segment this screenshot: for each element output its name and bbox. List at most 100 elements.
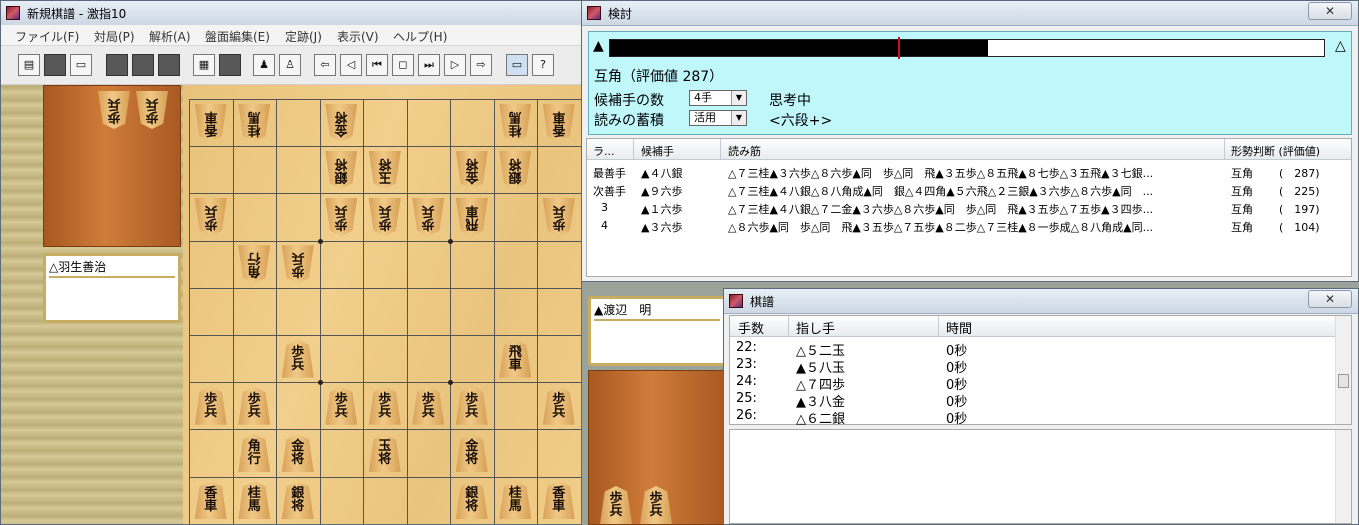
analysis-close-button[interactable]: ✕	[1308, 2, 1352, 20]
last-move-icon[interactable]: ⏭	[418, 54, 440, 76]
board-piece[interactable]: 玉将	[368, 434, 401, 472]
new-file-icon[interactable]: ▤	[18, 54, 40, 76]
board-piece[interactable]: 角行	[238, 245, 271, 284]
board-piece[interactable]: 歩兵	[281, 245, 314, 284]
sente-hand-piece[interactable]: 歩兵	[600, 486, 632, 524]
col-rank[interactable]: ラ...	[593, 143, 615, 159]
row-value: ( 225)	[1279, 185, 1320, 198]
kifu-scrollbar[interactable]	[1335, 316, 1351, 424]
kifu-scroll-thumb[interactable]	[1338, 374, 1349, 388]
back-long-icon[interactable]: ⇦	[314, 54, 336, 76]
analysis-window-title: 検討	[608, 7, 633, 21]
board-piece[interactable]: 香車	[542, 103, 575, 142]
toolbar: ▤ ▭ ▦ ♟ ♙ ⇦ ◁ ⏮ ◻ ⏭ ▷ ⇨ ▭ ?	[1, 46, 581, 85]
stock-select[interactable]: 活用 ▼	[689, 110, 747, 126]
stop-icon[interactable]: ◻	[392, 54, 414, 76]
list-item[interactable]: 25: ▲３八金 0秒	[730, 390, 1335, 410]
stock-label: 読みの蓄積	[594, 113, 664, 129]
kifu-close-button[interactable]: ✕	[1308, 290, 1352, 308]
board-piece[interactable]: 歩兵	[455, 386, 488, 425]
menu-game[interactable]: 対局(P)	[94, 28, 135, 45]
board-piece[interactable]: 桂馬	[238, 481, 271, 520]
undo-icon[interactable]	[106, 54, 128, 76]
board-piece[interactable]: 歩兵	[542, 386, 575, 425]
col-time[interactable]: 時間	[946, 318, 972, 337]
col-pv[interactable]: 読み筋	[728, 143, 761, 159]
sente-hand-piece[interactable]: 歩兵	[640, 486, 672, 524]
comment-scrollbar[interactable]	[1335, 430, 1351, 523]
board-piece[interactable]: 歩兵	[368, 386, 401, 425]
engine-play-icon[interactable]: ♟	[253, 54, 275, 76]
board-piece[interactable]: 歩兵	[194, 386, 227, 425]
board-piece[interactable]: 香車	[542, 481, 575, 520]
redo-icon[interactable]	[132, 54, 154, 76]
col-move[interactable]: 指し手	[796, 318, 835, 337]
forward-long-icon[interactable]: ⇨	[470, 54, 492, 76]
board-piece[interactable]: 香車	[194, 481, 227, 520]
table-row[interactable]: 最善手 ▲４八銀 △７三桂▲３六歩△８六歩▲同 歩△同 飛▲３五歩△８五飛▲８七…	[587, 162, 1351, 180]
engine-stop-icon[interactable]: ♙	[279, 54, 301, 76]
kifu-comment-area[interactable]	[729, 429, 1352, 524]
menu-file[interactable]: ファイル(F)	[15, 28, 79, 45]
table-row[interactable]: 3 ▲１六歩 △７三桂▲４八銀△７二金▲３六歩△８六歩▲同 歩△同 飛▲３五歩△…	[587, 198, 1351, 216]
board-piece[interactable]: 金将	[325, 103, 358, 142]
forward-icon[interactable]: ▷	[444, 54, 466, 76]
list-item[interactable]: 26: △６二銀 0秒	[730, 407, 1335, 427]
board-piece[interactable]: 歩兵	[281, 339, 314, 378]
board-piece[interactable]: 玉将	[368, 150, 401, 189]
board-piece[interactable]: 歩兵	[412, 198, 445, 236]
board-piece[interactable]: 飛車	[455, 198, 488, 236]
list-item[interactable]: 22: △５二玉 0秒	[730, 339, 1335, 359]
grid-line	[189, 146, 581, 148]
menu-help[interactable]: ヘルプ(H)	[393, 28, 447, 45]
board-piece[interactable]: 金将	[455, 434, 488, 472]
board-piece[interactable]: 歩兵	[194, 198, 227, 236]
table-row[interactable]: 4 ▲３六歩 △８六歩▲同 歩△同 飛▲３五歩△７五歩▲８二歩△７三桂▲８一歩成…	[587, 216, 1351, 234]
board-piece[interactable]: 角行	[238, 434, 271, 472]
board-piece[interactable]: 金将	[455, 150, 488, 189]
list-item[interactable]: 24: △７四歩 0秒	[730, 373, 1335, 393]
board-piece[interactable]: 金将	[281, 434, 314, 472]
save-file-icon[interactable]: ▭	[70, 54, 92, 76]
list-item[interactable]: 23: ▲５八玉 0秒	[730, 356, 1335, 376]
first-move-icon[interactable]: ⏮	[366, 54, 388, 76]
menu-joseki[interactable]: 定跡(J)	[285, 28, 322, 45]
menu-analysis[interactable]: 解析(A)	[149, 28, 191, 45]
menu-view[interactable]: 表示(V)	[337, 28, 379, 45]
col-move-number[interactable]: 手数	[738, 318, 764, 337]
board-piece[interactable]: 銀将	[281, 481, 314, 520]
board-piece[interactable]: 歩兵	[542, 198, 575, 236]
menu-board-edit[interactable]: 盤面編集(E)	[205, 28, 270, 45]
kifu-titlebar[interactable]: 棋譜 ✕	[724, 289, 1358, 314]
cut-icon[interactable]	[158, 54, 180, 76]
col-move[interactable]: 候補手	[641, 143, 674, 159]
board-piece[interactable]: 歩兵	[368, 198, 401, 236]
open-file-icon[interactable]	[44, 54, 66, 76]
kifu-app-icon	[729, 294, 743, 308]
back-icon[interactable]: ◁	[340, 54, 362, 76]
board-piece[interactable]: 桂馬	[499, 103, 532, 142]
main-titlebar[interactable]: 新規棋譜 - 激指10	[1, 1, 581, 26]
candidates-select[interactable]: 4手 ▼	[689, 90, 747, 106]
gote-hand-piece[interactable]: 歩兵	[98, 91, 130, 129]
table-row[interactable]: 次善手 ▲９六歩 △７三桂▲４八銀△８八角成▲同 銀△４四角▲５六飛△２三銀▲３…	[587, 180, 1351, 198]
board-piece[interactable]: 銀将	[455, 481, 488, 520]
board-piece[interactable]: 桂馬	[499, 481, 532, 520]
gote-hand-piece[interactable]: 歩兵	[136, 91, 168, 129]
board-piece[interactable]: 銀将	[499, 150, 532, 189]
board-piece[interactable]: 桂馬	[238, 103, 271, 142]
board-piece[interactable]: 歩兵	[412, 386, 445, 425]
col-judge[interactable]: 形勢判断 (評価値)	[1231, 143, 1320, 159]
board-piece[interactable]: 歩兵	[325, 198, 358, 236]
board-icon[interactable]: ▦	[193, 54, 215, 76]
piece-icon[interactable]	[219, 54, 241, 76]
board-piece[interactable]: 歩兵	[238, 386, 271, 425]
row-value: ( 197)	[1279, 203, 1320, 216]
board-piece[interactable]: 飛車	[499, 339, 532, 378]
analysis-titlebar[interactable]: 検討 ✕	[582, 1, 1358, 26]
monitor-icon[interactable]: ▭	[506, 54, 528, 76]
help-icon[interactable]: ?	[532, 54, 554, 76]
board-piece[interactable]: 銀将	[325, 150, 358, 189]
board-piece[interactable]: 香車	[194, 103, 227, 142]
board-piece[interactable]: 歩兵	[325, 386, 358, 425]
